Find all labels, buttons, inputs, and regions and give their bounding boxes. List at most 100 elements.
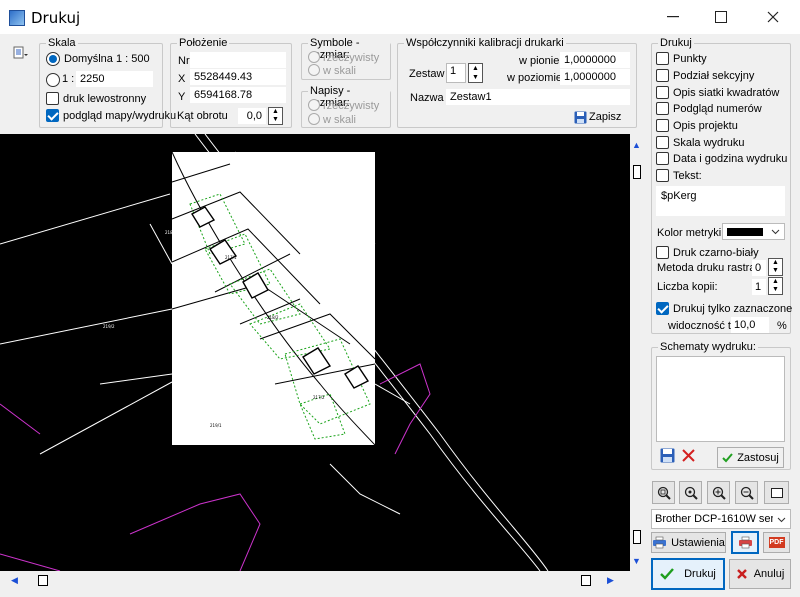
option-checkbox[interactable]	[656, 152, 669, 165]
visibility-input[interactable]: 10,0	[731, 317, 769, 333]
angle-label: Kąt obrotu	[177, 110, 228, 122]
list-menu-icon[interactable]	[13, 45, 29, 61]
preview-checkbox[interactable]	[46, 109, 59, 122]
apply-scheme-button[interactable]: Zastosuj	[717, 447, 784, 468]
delete-scheme-button[interactable]	[681, 448, 696, 466]
text-input[interactable]: $pKerg	[656, 186, 785, 216]
napisy-real-label: rzeczywisty	[323, 100, 380, 112]
kalibracja-legend: Współczynniki kalibracji drukarki	[404, 37, 566, 49]
option-label: Skala wydruku	[673, 137, 745, 149]
option-checkbox[interactable]	[656, 86, 669, 99]
vertical-scroll-thumb-bottom[interactable]	[633, 530, 641, 544]
bw-checkbox[interactable]	[656, 246, 669, 259]
raster-spinner[interactable]: ▲ ▼	[768, 258, 783, 276]
app-icon	[9, 10, 25, 26]
napisy-real-radio[interactable]	[308, 99, 320, 111]
y-input[interactable]: 6594168.78	[190, 87, 286, 103]
zoom-window-button[interactable]	[679, 481, 702, 504]
poziom-input[interactable]: 1,0000000	[560, 69, 630, 85]
nr-input[interactable]	[190, 52, 286, 68]
symbole-scale-radio[interactable]	[308, 64, 320, 76]
pdf-button[interactable]: PDF	[763, 532, 790, 553]
y-label: Y	[178, 91, 186, 103]
print-button[interactable]: Drukuj	[651, 558, 725, 590]
minimize-button[interactable]	[650, 0, 696, 34]
map-preview-canvas[interactable]: 219/2 218/3 219/1 218/2 217/1 217/2	[0, 134, 630, 571]
save-icon	[574, 111, 587, 123]
skala-legend: Skala	[46, 37, 78, 49]
option-checkbox[interactable]	[656, 169, 669, 182]
scale-default-radio[interactable]	[46, 52, 60, 66]
preview-label: podgląd mapy/wydruku	[63, 110, 177, 122]
parcel-label: 217/1	[225, 255, 237, 260]
checkmark-icon	[722, 452, 733, 462]
vertical-scroll-thumb[interactable]	[633, 165, 641, 179]
schemes-list[interactable]	[656, 356, 785, 442]
angle-spinner[interactable]: ▲ ▼	[268, 107, 283, 125]
zestaw-input[interactable]: 1	[446, 63, 466, 83]
printer-select[interactable]: Brother DCP-1610W series P	[651, 509, 791, 529]
symbole-real-label: rzeczywisty	[323, 52, 380, 64]
poziom-label: w poziomie:	[507, 72, 566, 84]
zestaw-spinner[interactable]: ▲ ▼	[468, 63, 483, 83]
pdf-icon: PDF	[768, 537, 785, 548]
copies-label: Liczba kopii:	[657, 281, 718, 293]
zestaw-label: Zestaw	[409, 68, 445, 80]
scroll-right-icon[interactable]: ▶	[607, 575, 614, 586]
pion-input[interactable]: 1,0000000	[560, 52, 630, 68]
horizontal-scroll-thumb[interactable]	[38, 575, 48, 586]
close-button[interactable]	[750, 0, 796, 34]
zoom-extents-button[interactable]	[652, 481, 675, 504]
percent-label: %	[777, 320, 787, 332]
angle-input[interactable]: 0,0	[238, 108, 266, 124]
zoom-in-button[interactable]	[707, 481, 730, 504]
scale-custom-prefix: 1 :	[62, 73, 75, 85]
scroll-up-icon[interactable]: ▲	[632, 140, 641, 150]
nr-label: Nr	[178, 55, 190, 67]
print-direct-button[interactable]	[731, 531, 759, 554]
parcel-label: 219/2	[103, 324, 115, 329]
option-checkbox[interactable]	[656, 102, 669, 115]
parcel-label: 218/2	[267, 315, 279, 320]
horizontal-scroll-thumb-right[interactable]	[581, 575, 591, 586]
printer-settings-button[interactable]: Ustawienia	[651, 532, 726, 553]
selected-only-label: Drukuj tylko zaznaczone	[673, 303, 793, 315]
printer-settings-label: Ustawienia	[671, 536, 725, 549]
scroll-left-icon[interactable]: ◀	[11, 575, 18, 586]
copies-input[interactable]: 1	[752, 279, 766, 295]
nazwa-input[interactable]: Zestaw1	[446, 89, 630, 105]
scale-custom-radio[interactable]	[46, 73, 60, 87]
option-checkbox[interactable]	[656, 69, 669, 82]
chevron-down-icon	[777, 517, 786, 523]
raster-input[interactable]: 0	[752, 260, 766, 276]
napisy-scale-radio[interactable]	[308, 113, 320, 125]
maximize-button[interactable]	[698, 0, 744, 34]
option-checkbox[interactable]	[656, 136, 669, 149]
parcel-label: 217/2	[313, 395, 325, 400]
copies-spinner[interactable]: ▲ ▼	[768, 277, 783, 295]
color-dropdown[interactable]	[722, 223, 785, 240]
save-scheme-button[interactable]	[660, 448, 675, 466]
map-drawing: 219/2 218/3 219/1 218/2 217/1 217/2	[0, 134, 549, 571]
zoom-out-button[interactable]	[735, 481, 758, 504]
option-checkbox[interactable]	[656, 119, 669, 132]
option-checkbox[interactable]	[656, 52, 669, 65]
printer-icon	[653, 536, 667, 549]
option-label: Opis siatki kwadratów	[673, 87, 780, 99]
x-input[interactable]: 5528449.43	[190, 69, 286, 85]
page-icon	[770, 487, 783, 498]
cancel-button[interactable]: Anuluj	[729, 559, 791, 589]
duplex-checkbox[interactable]	[46, 92, 59, 105]
raster-label: Metoda druku rastra:	[657, 262, 759, 274]
scroll-down-icon[interactable]: ▼	[632, 556, 641, 566]
page-view-button[interactable]	[764, 481, 789, 504]
selected-only-checkbox[interactable]	[656, 302, 669, 315]
title-bar: Drukuj	[0, 0, 800, 34]
symbole-real-radio[interactable]	[308, 51, 320, 63]
save-calibration-button[interactable]: Zapisz	[574, 109, 621, 125]
nazwa-label: Nazwa	[410, 92, 444, 104]
scale-custom-input[interactable]: 2250	[76, 71, 153, 87]
visibility-label: widoczność tła	[668, 320, 740, 332]
polozenie-legend: Położenie	[177, 37, 230, 49]
option-label: Data i godzina wydruku	[673, 153, 788, 165]
